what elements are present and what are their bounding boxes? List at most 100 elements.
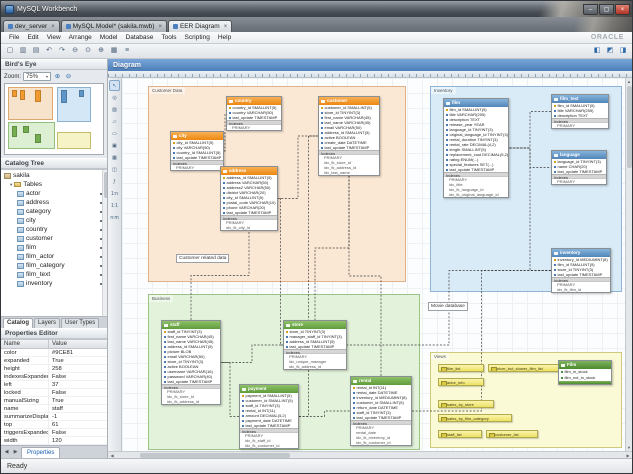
rel-many-many-tool-icon[interactable]: n:m <box>109 212 120 223</box>
document-tab[interactable]: MySQL Model* (sakila.mwb) × <box>61 20 167 32</box>
zoom-reset-icon[interactable]: ⊙ <box>82 45 94 57</box>
table-tool-icon[interactable]: ▦ <box>109 152 120 163</box>
table-film_text[interactable]: film_textfilm_id SMALLINT(5)title VARCHA… <box>551 94 609 129</box>
relationship-staff-store[interactable] <box>221 345 283 363</box>
table-header-address[interactable]: address <box>221 167 277 175</box>
image-tool-icon[interactable]: ▣ <box>109 140 120 151</box>
tree-node-table[interactable]: address <box>1 198 107 207</box>
property-row[interactable]: left 37 <box>1 381 107 389</box>
view-tool-icon[interactable]: ◫ <box>109 164 120 175</box>
open-document-icon[interactable]: ▥ <box>17 45 29 57</box>
menu-item[interactable]: View <box>43 34 65 41</box>
menu-item[interactable]: Tools <box>157 34 180 41</box>
tree-scrollbar-thumb[interactable] <box>104 172 108 198</box>
property-row[interactable]: color #9CE81 <box>1 349 107 357</box>
zoom-out-icon[interactable]: ⊖ <box>64 72 73 81</box>
layer-tool-icon[interactable]: ▱ <box>109 116 120 127</box>
tree-node-table[interactable]: country <box>1 225 107 234</box>
tree-node-table[interactable]: film_category <box>1 261 107 270</box>
table-rental[interactable]: rentalrental_id INT(11)rental_date DATET… <box>350 376 412 446</box>
view-sales_by_store[interactable]: sales_by_store <box>438 400 494 408</box>
properties-editor-header[interactable]: Properties Editor <box>1 328 107 339</box>
tree-node-schema[interactable]: sakila <box>1 171 107 180</box>
relationship-customer-store[interactable] <box>315 176 349 320</box>
menu-item[interactable]: Help <box>214 34 235 41</box>
tree-node-table[interactable]: film_actor <box>1 252 107 261</box>
tree-node-table[interactable]: customer <box>1 234 107 243</box>
birds-eye-minimap[interactable] <box>4 83 104 155</box>
tree-node-table[interactable]: city <box>1 216 107 225</box>
table-header-rental[interactable]: rental <box>351 377 411 385</box>
tree-node-table[interactable]: actor <box>1 189 107 198</box>
property-row[interactable]: locked False <box>1 389 107 397</box>
rel-one-one-tool-icon[interactable]: 1:1 <box>109 200 120 211</box>
scroll-right-icon[interactable]: ▶ <box>625 452 631 459</box>
table-customer[interactable]: customercustomer_id SMALLINT(5)store_id … <box>318 96 380 176</box>
table-header-film_text[interactable]: film_text <box>552 95 608 103</box>
save-model-icon[interactable]: ▤ <box>30 45 42 57</box>
note-tool-icon[interactable]: ▭ <box>109 128 120 139</box>
tab-close-icon[interactable]: × <box>224 24 228 30</box>
close-button[interactable]: × <box>615 4 630 15</box>
text-label-customer-related-data[interactable]: Customer related data <box>176 254 229 263</box>
new-document-icon[interactable]: ▢ <box>4 45 16 57</box>
diagram-tab-header[interactable]: Diagram <box>108 59 632 71</box>
tree-node-table[interactable]: film_text <box>1 270 107 279</box>
diagram-canvas[interactable]: Customer DataInventoryBusinessViewscount… <box>122 78 625 451</box>
table-header-customer[interactable]: customer <box>319 97 379 105</box>
table-language[interactable]: languagelanguage_id TINYINT(3)name CHAR(… <box>551 150 607 185</box>
routine-group-tool-icon[interactable]: ƒ <box>109 176 120 187</box>
undo-icon[interactable]: ↶ <box>43 45 55 57</box>
document-tab[interactable]: dev_server × <box>3 20 60 32</box>
menu-item[interactable]: File <box>5 34 23 41</box>
property-row[interactable]: name staff <box>1 405 107 413</box>
tree-node-table[interactable]: film <box>1 243 107 252</box>
sidebar-panel-tab[interactable]: Catalog <box>3 318 33 328</box>
maximize-button[interactable]: ▢ <box>599 4 614 15</box>
tree-node-table[interactable]: inventory <box>1 279 107 288</box>
view-sales_by_film_category[interactable]: sales_by_film_category <box>438 414 512 422</box>
property-row[interactable]: manualSizing True <box>1 397 107 405</box>
align-to-grid-icon[interactable]: ≡ <box>121 45 133 57</box>
properties-value-column-header[interactable]: Value <box>49 340 107 348</box>
table-header-language[interactable]: language <box>552 151 606 159</box>
cursor-tool-icon[interactable]: ↖ <box>109 80 120 91</box>
table-header-staff[interactable]: staff <box>162 321 220 329</box>
property-row[interactable]: height 258 <box>1 365 107 373</box>
table-staff[interactable]: staffstaff_id TINYINT(3)first_name VARCH… <box>161 320 221 405</box>
zoom-out-icon[interactable]: ⊖ <box>69 45 81 57</box>
table-header-city[interactable]: city <box>171 132 223 140</box>
property-row[interactable]: indexesExpanded False <box>1 373 107 381</box>
rel-one-many-tool-icon[interactable]: 1:n <box>109 188 120 199</box>
vertical-scrollbar[interactable]: ▲ ▼ <box>625 78 632 451</box>
expand-arrow-icon[interactable]: ▾ <box>10 182 12 188</box>
relationship-rental-customer[interactable] <box>349 176 381 376</box>
relationship-staff-address[interactable] <box>191 231 249 320</box>
view-staff_list[interactable]: staff_list <box>438 430 482 438</box>
horizontal-scrollbar[interactable]: ◀ ▶ <box>108 451 632 458</box>
property-row[interactable]: top 61 <box>1 421 107 429</box>
property-row[interactable]: summarizeDisplay -1 <box>1 413 107 421</box>
table-header-inventory[interactable]: inventory <box>552 249 610 257</box>
title-bar[interactable]: MySQL Workbench –▢× <box>1 1 632 17</box>
tab-close-icon[interactable]: × <box>158 24 162 30</box>
toggle-grid-icon[interactable]: ▦ <box>108 45 120 57</box>
birds-eye-header[interactable]: Bird's Eye <box>1 59 107 70</box>
tree-node-tables-group[interactable]: ▾ Tables <box>1 180 107 189</box>
tab-scroll-left-icon[interactable]: ◀ <box>3 449 10 455</box>
redo-icon[interactable]: ↷ <box>56 45 68 57</box>
scroll-left-icon[interactable]: ◀ <box>109 452 115 459</box>
tree-scrollbar[interactable] <box>102 170 107 316</box>
menu-item[interactable]: Model <box>96 34 122 41</box>
routine-group-header[interactable]: Film <box>559 361 611 369</box>
relationship-film_text-film[interactable] <box>509 112 551 149</box>
properties-tab[interactable]: Properties <box>21 447 60 458</box>
menu-item[interactable]: Arrange <box>65 34 96 41</box>
menu-item[interactable]: Scripting <box>181 34 214 41</box>
view-customer_list[interactable]: customer_list <box>486 430 538 438</box>
table-city[interactable]: citycity_id SMALLINT(5)city VARCHAR(50)c… <box>170 131 224 171</box>
zoom-in-icon[interactable]: ⊕ <box>95 45 107 57</box>
text-label-movie-database[interactable]: Movie database <box>428 302 468 311</box>
relationship-payment-rental[interactable] <box>299 411 350 417</box>
zoom-select[interactable]: 75% ▾ <box>23 72 51 81</box>
